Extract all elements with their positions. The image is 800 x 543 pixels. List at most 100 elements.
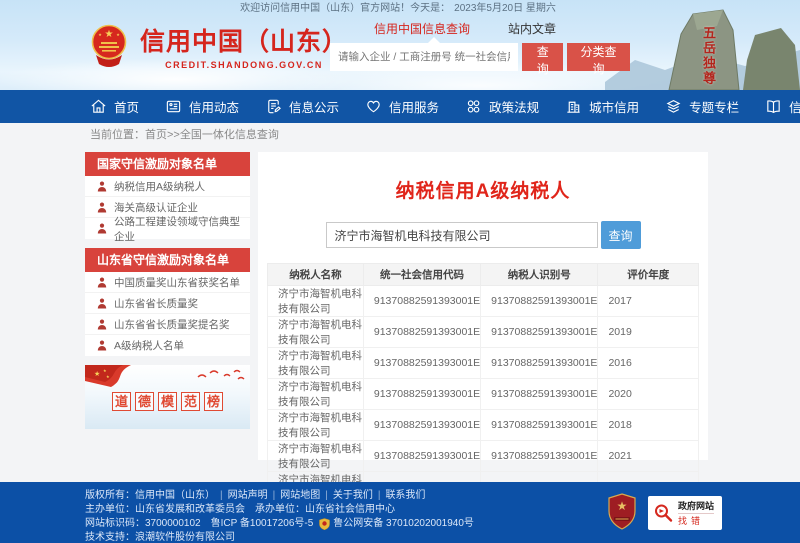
nav-item-credit-research[interactable]: 信用研究 [765,97,800,116]
cell-year: 2019 [598,317,699,348]
cell-name: 济宁市海智机电科技有限公司 [268,286,364,317]
company-search-input[interactable] [326,222,598,248]
cell-id: 91370882591393001E [481,379,598,410]
svg-text:★: ★ [98,32,102,37]
col-credit-code: 统一社会信用代码 [363,264,480,286]
sidebar-item-governor-quality-nomination[interactable]: 山东省省长质量奖提名奖 [85,314,250,335]
nav-item-info-disclosure[interactable]: 信息公示 [265,97,339,116]
sidebar-item-label: 海关高级认证企业 [114,200,198,215]
footer-link-statement[interactable]: 网站声明 [215,490,268,502]
sidebar-section-title: 山东省守信激励对象名单 [85,248,250,272]
company-query-button[interactable]: 查询 [601,221,641,249]
main-nav: 首页 信用动态 信息公示 信用服务 政策法规 [0,90,800,123]
sidebar-item-highway-engineering[interactable]: 公路工程建设领域守信典型企业 [85,218,250,239]
cell-code: 91370882591393001E [363,317,480,348]
banner-char: 模 [158,392,177,411]
breadcrumb-home-link[interactable]: 首页 [145,129,167,141]
header-query-button[interactable]: 查询 [522,43,563,71]
cell-year: 2021 [598,441,699,472]
cell-name: 济宁市海智机电科技有限公司 [268,410,364,441]
footer-link-about[interactable]: 关于我们 [320,490,373,502]
cell-name: 济宁市海智机电科技有限公司 [268,441,364,472]
footer-link-sitemap[interactable]: 网站地图 [268,490,321,502]
site-title: 信用中国（山东） [140,22,348,58]
cell-id: 91370882591393001E [481,317,598,348]
site-footer: 版权所有：信用中国（山东） 网站声明 网站地图 关于我们 联系我们 主办单位：山… [0,482,800,543]
header-search-input[interactable] [330,43,518,71]
nav-item-special-topics[interactable]: 专题专栏 [665,97,739,116]
sidebar-section-title: 国家守信激励对象名单 [85,152,250,176]
document-icon [265,98,282,115]
breadcrumb-current: 全国一体化信息查询 [180,129,279,141]
sidebar: 国家守信激励对象名单 纳税信用A级纳税人 海关高级认证企业 公路工程建设领域守信… [85,152,250,482]
nav-item-credit-news[interactable]: 信用动态 [165,97,239,116]
person-icon [97,181,107,192]
col-taxpayer-id: 纳税人识别号 [481,264,598,286]
breadcrumb: 当前位置：首页>>全国一体化信息查询 [0,123,800,147]
cell-code: 91370882591393001E [363,441,480,472]
cell-code: 91370882591393001E [363,286,480,317]
sidebar-item-label: 中国质量奖山东省获奖名单 [114,275,240,290]
footer-line-tech-support: 技术支持：浪潮软件股份有限公司 [85,532,800,543]
search-row: 查询 分类查询 [330,43,630,71]
cell-name: 济宁市海智机电科技有限公司 [268,317,364,348]
grid-icon [465,98,482,115]
person-icon [97,277,107,288]
red-flag-icon: ★ ★ ★ [85,365,155,395]
sidebar-item-china-quality-award[interactable]: 中国质量奖山东省获奖名单 [85,272,250,293]
cell-year: 2020 [598,379,699,410]
sidebar-item-a-level-taxpayer-list[interactable]: A级纳税人名单 [85,335,250,356]
sidebar-item-governor-quality-award[interactable]: 山东省省长质量奖 [85,293,250,314]
table-row: 济宁市海智机电科技有限公司 91370882591393001E 9137088… [268,379,699,410]
footer-link-contact[interactable]: 联系我们 [373,490,426,502]
sidebar-item-label: 纳税信用A级纳税人 [114,179,205,194]
cell-id: 91370882591393001E [481,410,598,441]
sidebar-item-label: 山东省省长质量奖 [114,296,198,311]
tab-credit-info-query[interactable]: 信用中国信息查询 [374,20,470,37]
person-icon [97,298,107,309]
breadcrumb-separator: >> [167,129,180,141]
police-shield-badge[interactable]: ★ [607,493,637,530]
nav-label: 专题专栏 [689,97,739,116]
table-row: 济宁市海智机电科技有限公司 91370882591393001E 9137088… [268,286,699,317]
cell-id: 91370882591393001E [481,348,598,379]
sidebar-section-national: 国家守信激励对象名单 纳税信用A级纳税人 海关高级认证企业 公路工程建设领域守信… [85,152,250,239]
gov-site-error-badge[interactable]: 政府网站 找错 [648,496,722,530]
sidebar-item-a-level-taxpayer[interactable]: 纳税信用A级纳税人 [85,176,250,197]
nav-item-credit-service[interactable]: 信用服务 [365,97,439,116]
layers-icon [665,98,682,115]
company-search: 查询 [258,221,708,249]
birds-icon [194,367,246,385]
cell-code: 91370882591393001E [363,472,480,483]
tab-site-articles[interactable]: 站内文章 [508,20,556,37]
nav-label: 城市信用 [589,97,639,116]
banner-char: 榜 [204,392,223,411]
header-search: 信用中国信息查询 站内文章 查询 分类查询 [330,18,630,71]
nav-item-city-credit[interactable]: 城市信用 [565,97,639,116]
table-row: 济宁市海智机电科技有限公司 91370882591393001E 9137088… [268,317,699,348]
cell-year: 2015 [598,472,699,483]
sidebar-item-label: A级纳税人名单 [114,338,184,353]
active-tab-pointer [428,37,440,43]
banner-char: 范 [181,392,200,411]
gov-badge-line2: 找错 [678,513,714,527]
footer-beian[interactable]: 鲁公网安备 37010202001940号 [333,518,474,530]
main-panel: 纳税信用A级纳税人 查询 纳税人名称 统一社会信用代码 纳税人识别号 评价年度 … [258,152,708,460]
nav-item-home[interactable]: 首页 [90,97,139,116]
nav-label: 信用动态 [189,97,239,116]
category-query-button[interactable]: 分类查询 [567,43,630,71]
cell-name: 济宁市海智机电科技有限公司 [268,472,364,483]
svg-text:★: ★ [617,499,628,513]
current-date: 2023年5月20日 星期六 [454,3,556,14]
cell-name: 济宁市海智机电科技有限公司 [268,379,364,410]
home-icon [90,98,107,115]
nav-label: 首页 [114,97,139,116]
nav-label: 信用服务 [389,97,439,116]
cell-code: 91370882591393001E [363,379,480,410]
table-header-row: 纳税人名称 统一社会信用代码 纳税人识别号 评价年度 [268,264,699,286]
moral-model-banner[interactable]: ★ ★ ★ 道 德 模 范 榜 [85,365,250,429]
site-logo[interactable]: ★ ★ ★ 信用中国（山东） CREDIT.SHANDONG.GOV.CN [88,22,348,70]
nav-item-policies[interactable]: 政策法规 [465,97,539,116]
cell-year: 2017 [598,286,699,317]
cell-name: 济宁市海智机电科技有限公司 [268,348,364,379]
